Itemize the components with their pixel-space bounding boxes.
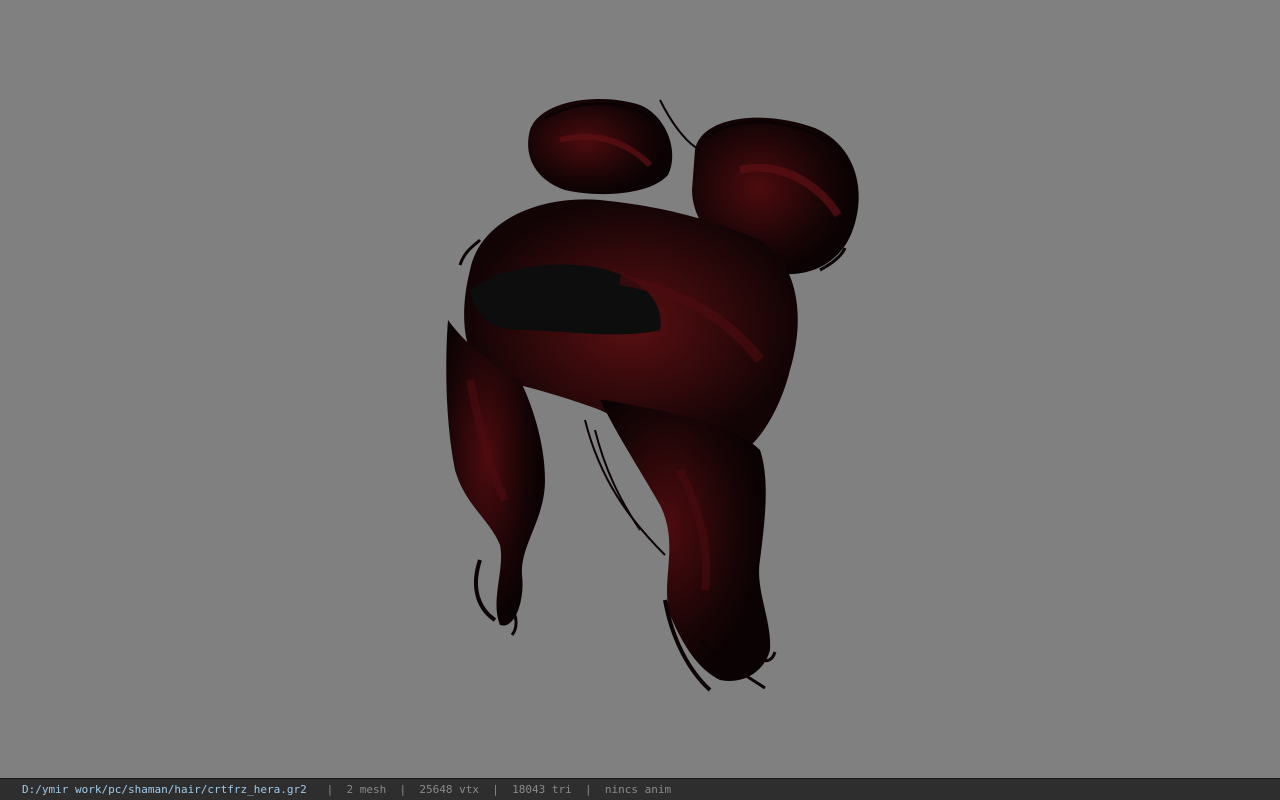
file-path: D:/ymir work/pc/shaman/hair/crtfrz_hera.… — [22, 783, 307, 796]
separator: | — [326, 783, 334, 796]
vertex-count: 25648 vtx — [419, 783, 480, 796]
triangle-count: 18043 tri — [512, 783, 572, 796]
hair-model-icon[interactable] — [0, 0, 1280, 778]
anim-status: nincs anim — [604, 783, 672, 796]
status-bar: D:/ymir work/pc/shaman/hair/crtfrz_hera.… — [0, 778, 1280, 800]
3d-viewport[interactable] — [0, 0, 1280, 778]
separator: | — [399, 783, 407, 796]
mesh-count: 2 mesh — [346, 783, 387, 796]
separator: | — [585, 783, 592, 796]
separator: | — [492, 783, 499, 796]
